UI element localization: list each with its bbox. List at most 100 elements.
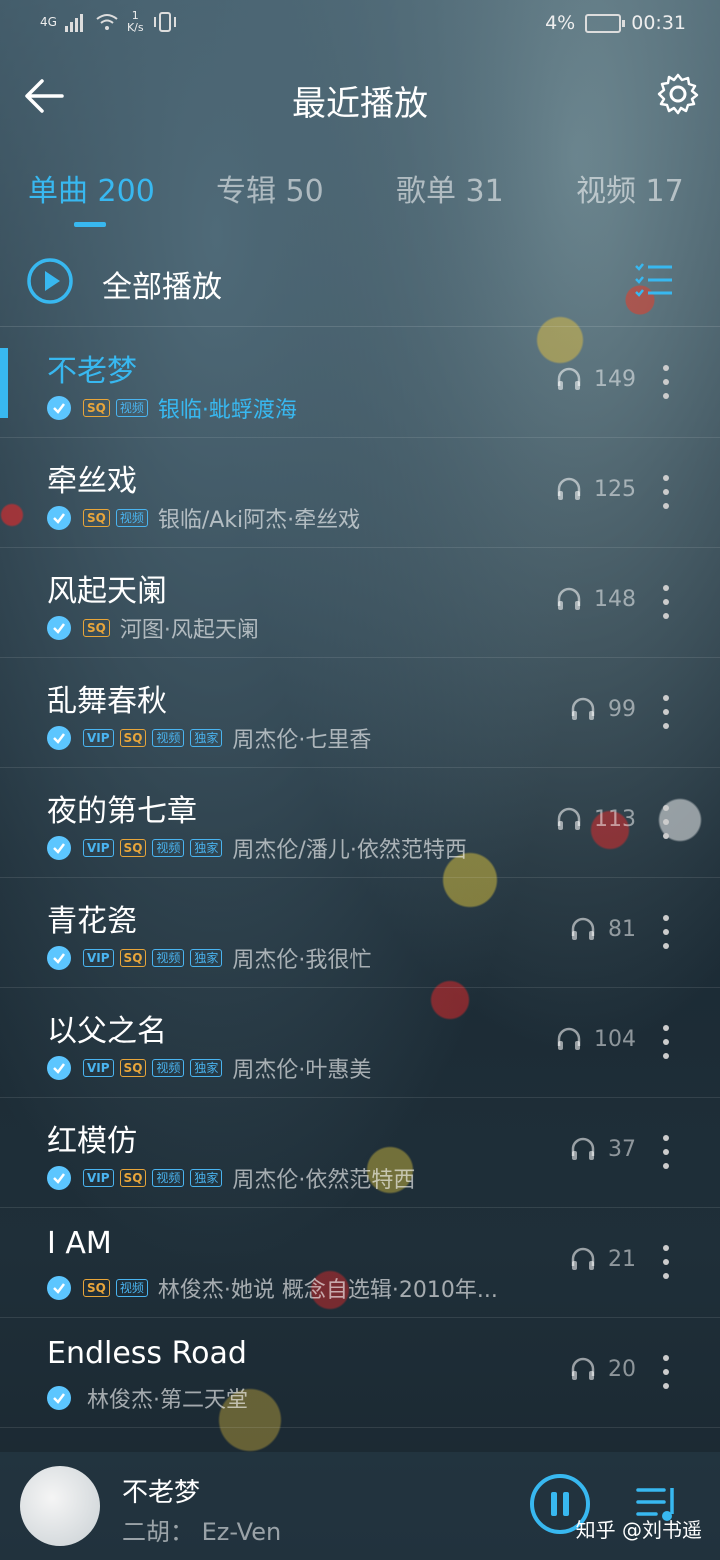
artist-album: 周杰伦·我很忙 (232, 948, 372, 973)
song-row[interactable]: 红模仿 VIP SQ 视频 独家 周杰伦·依然范特西 37 (0, 1098, 720, 1208)
video-badge[interactable]: 视频 (115, 1279, 148, 1297)
play-all-bar[interactable]: 全部播放 (0, 248, 720, 327)
tab-videos[interactable]: 视频 17 (576, 166, 684, 210)
network-label: 4G (40, 15, 57, 29)
now-playing-artist: 二胡： Ez-Ven (122, 1518, 282, 1546)
artist-album: 林俊杰·她说 概念自选辑·2010年... (157, 1278, 498, 1303)
downloaded-check-icon (47, 506, 71, 530)
song-row[interactable]: 风起天阑 SQ 河图·风起天阑 148 (0, 548, 720, 658)
more-options-icon[interactable] (660, 472, 672, 512)
video-badge[interactable]: 视频 (152, 1059, 185, 1077)
vip-badge: VIP (83, 949, 114, 967)
play-all-label[interactable]: 全部播放 (102, 262, 222, 306)
artist-album: 银临·蚍蜉渡海 (157, 398, 297, 423)
wifi-icon (96, 14, 118, 30)
artist-album: 周杰伦·依然范特西 (232, 1168, 416, 1193)
song-meta: SQ 视频 银临/Aki阿杰·牵丝戏 (47, 504, 360, 533)
more-options-icon[interactable] (660, 1242, 672, 1282)
downloaded-check-icon (47, 1386, 71, 1410)
play-count-value: 148 (594, 586, 636, 612)
song-title: 不老梦 (47, 354, 137, 389)
settings-gear-icon[interactable] (656, 72, 700, 116)
play-count-value: 149 (594, 366, 636, 392)
song-row[interactable]: 以父之名 VIP SQ 视频 独家 周杰伦·叶惠美 104 (0, 988, 720, 1098)
more-options-icon[interactable] (660, 1352, 672, 1392)
video-badge[interactable]: 视频 (152, 1169, 185, 1187)
play-count-value: 20 (608, 1356, 636, 1382)
song-title: 乱舞春秋 (47, 684, 167, 719)
play-count: 37 (570, 1136, 636, 1162)
play-circle-icon[interactable] (26, 257, 74, 305)
album-cover[interactable] (20, 1466, 100, 1546)
sq-badge: SQ (119, 949, 147, 967)
more-options-icon[interactable] (660, 912, 672, 952)
video-badge[interactable]: 视频 (152, 949, 185, 967)
battery-percent: 4% (545, 12, 576, 34)
batch-manage-icon[interactable] (634, 260, 674, 300)
song-row[interactable]: 乱舞春秋 VIP SQ 视频 独家 周杰伦·七里香 99 (0, 658, 720, 768)
tab-albums[interactable]: 专辑 50 (216, 166, 324, 210)
song-meta: 林俊杰·第二天堂 (47, 1384, 248, 1413)
play-count-value: 104 (594, 1026, 636, 1052)
video-badge[interactable]: 视频 (115, 399, 148, 417)
song-row[interactable]: 牵丝戏 SQ 视频 银临/Aki阿杰·牵丝戏 125 (0, 438, 720, 548)
song-row[interactable]: Endless Road 林俊杰·第二天堂 20 (0, 1318, 720, 1428)
vip-badge: VIP (83, 839, 114, 857)
tab-songs[interactable]: 单曲 200 (28, 166, 155, 210)
song-meta: VIP SQ 视频 独家 周杰伦·叶惠美 (47, 1054, 371, 1083)
song-title: 红模仿 (47, 1124, 137, 1159)
artist-album: 周杰伦·七里香 (232, 728, 372, 753)
headphones-icon (571, 697, 595, 720)
tab-playlists[interactable]: 歌单 31 (396, 166, 504, 210)
network-speed: 1 K/s (126, 9, 144, 34)
mini-player[interactable]: 不老梦 二胡： Ez-Ven 知乎 @刘书遥 (0, 1452, 720, 1560)
song-title: 夜的第七章 (47, 794, 197, 829)
downloaded-check-icon (47, 396, 71, 420)
play-count: 113 (556, 806, 636, 832)
page-title: 最近播放 (292, 84, 428, 124)
more-options-icon[interactable] (660, 692, 672, 732)
downloaded-check-icon (47, 1166, 71, 1190)
video-badge[interactable]: 视频 (152, 839, 185, 857)
exclusive-badge: 独家 (190, 1059, 223, 1077)
more-options-icon[interactable] (660, 1132, 672, 1172)
play-count: 125 (556, 476, 636, 502)
song-row[interactable]: 夜的第七章 VIP SQ 视频 独家 周杰伦/潘儿·依然范特西 113 (0, 768, 720, 878)
more-options-icon[interactable] (660, 582, 672, 622)
more-options-icon[interactable] (660, 1022, 672, 1062)
more-options-icon[interactable] (660, 802, 672, 842)
headphones-icon (571, 1247, 595, 1270)
headphones-icon (571, 1357, 595, 1380)
headphones-icon (557, 587, 581, 610)
vip-badge: VIP (83, 1169, 114, 1187)
play-count-value: 99 (608, 696, 636, 722)
headphones-icon (557, 367, 581, 390)
song-meta: SQ 视频 林俊杰·她说 概念自选辑·2010年... (47, 1274, 498, 1303)
more-options-icon[interactable] (660, 362, 672, 402)
downloaded-check-icon (47, 946, 71, 970)
vip-badge: VIP (83, 1059, 114, 1077)
exclusive-badge: 独家 (190, 839, 223, 857)
headphones-icon (571, 1137, 595, 1160)
sq-badge: SQ (83, 509, 110, 527)
song-meta: SQ 视频 银临·蚍蜉渡海 (47, 394, 297, 423)
song-title: Endless Road (47, 1336, 247, 1371)
vibrate-icon (153, 12, 176, 32)
sq-badge: SQ (119, 1169, 147, 1187)
play-count-value: 21 (608, 1246, 636, 1272)
battery-icon (585, 13, 626, 33)
song-row[interactable]: 青花瓷 VIP SQ 视频 独家 周杰伦·我很忙 81 (0, 878, 720, 988)
song-title: 以父之名 (47, 1014, 167, 1049)
signal-icon (64, 14, 83, 32)
play-count-value: 125 (594, 476, 636, 502)
exclusive-badge: 独家 (190, 1169, 223, 1187)
video-badge[interactable]: 视频 (152, 729, 185, 747)
song-row[interactable]: I AM SQ 视频 林俊杰·她说 概念自选辑·2010年... 21 (0, 1208, 720, 1318)
video-badge[interactable]: 视频 (115, 509, 148, 527)
song-row[interactable]: 不老梦 SQ 视频 银临·蚍蜉渡海 149 (0, 328, 720, 438)
song-title: 青花瓷 (47, 904, 137, 939)
play-count-value: 37 (608, 1136, 636, 1162)
play-count: 81 (570, 916, 636, 942)
play-count: 20 (570, 1356, 636, 1382)
downloaded-check-icon (47, 616, 71, 640)
